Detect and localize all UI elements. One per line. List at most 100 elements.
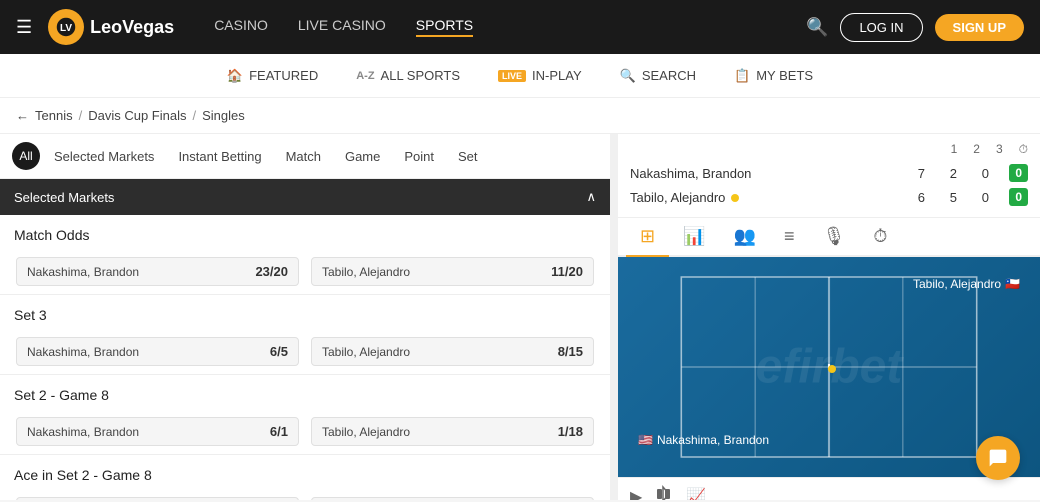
breadcrumb-back[interactable]: ← (16, 108, 29, 123)
p2-set2: 5 (945, 190, 961, 205)
ace-row: Yes 3/5 No Evens (0, 489, 610, 500)
my-bets-label: MY BETS (756, 68, 813, 83)
nav-casino[interactable]: CASINO (214, 17, 268, 37)
search-nav[interactable]: 🔍 SEARCH (616, 68, 700, 84)
tab-selected-markets[interactable]: Selected Markets (44, 145, 164, 168)
tab-match[interactable]: Match (276, 145, 331, 168)
live-badge: LIVE (498, 70, 526, 82)
tab-game[interactable]: Game (335, 145, 390, 168)
match-odds-away-name: Tabilo, Alejandro (322, 265, 410, 279)
tab-set[interactable]: Set (448, 145, 488, 168)
match-odds-home-val: 23/20 (255, 264, 288, 279)
set3-row: Nakashima, Brandon 6/5 Tabilo, Alejandro… (0, 329, 610, 374)
my-bets-nav[interactable]: 📋 MY BETS (730, 68, 817, 84)
replay-icon (654, 484, 674, 500)
player1-score-row: Nakashima, Brandon 7 2 0 0 (630, 161, 1028, 185)
set3-away[interactable]: Tabilo, Alejandro 8/15 (311, 337, 594, 366)
match-odds-home[interactable]: Nakashima, Brandon 23/20 (16, 257, 299, 286)
p1-set1: 7 (913, 166, 929, 181)
ace-no[interactable]: No Evens (311, 497, 594, 500)
player-bottom-flag: 🇺🇸 (638, 433, 653, 447)
logo: LV LeoVegas (48, 9, 174, 45)
set2game8-home[interactable]: Nakashima, Brandon 6/1 (16, 417, 299, 446)
svg-text:LV: LV (60, 23, 72, 34)
market-ace-set2-game8: Ace in Set 2 - Game 8 Yes 3/5 No Evens (0, 455, 610, 500)
set2game8-away[interactable]: Tabilo, Alejandro 1/18 (311, 417, 594, 446)
viz-tab-people[interactable]: 👥 (720, 218, 770, 257)
featured-nav[interactable]: 🏠 FEATURED (223, 68, 322, 84)
player1-scores: 7 2 0 0 (913, 164, 1028, 182)
sub-nav: 🏠 FEATURED A-Z ALL SPORTS LIVE IN-PLAY 🔍… (0, 54, 1040, 98)
viz-tab-grid[interactable]: ⊞ (626, 218, 669, 257)
tab-point[interactable]: Point (394, 145, 444, 168)
collapse-icon[interactable]: ∧ (586, 189, 596, 205)
viz-tab-table[interactable]: ≡ (770, 218, 809, 257)
leovegas-logo-svg: LV (55, 16, 77, 38)
in-play-nav[interactable]: LIVE IN-PLAY (494, 68, 586, 83)
left-panel: All Selected Markets Instant Betting Mat… (0, 134, 610, 500)
login-button[interactable]: LOG IN (840, 13, 922, 42)
market-set3: Set 3 Nakashima, Brandon 6/5 Tabilo, Ale… (0, 295, 610, 375)
search-label: SEARCH (642, 68, 696, 83)
player-bottom-name: Nakashima, Brandon (657, 433, 769, 447)
nav-sports[interactable]: SPORTS (416, 17, 473, 37)
breadcrumb: ← Tennis / Davis Cup Finals / Singles (0, 98, 1040, 134)
play-button[interactable]: ▶ (630, 487, 642, 501)
court-container: efirbet Tabilo, Alejandro 🇨🇱 🇺🇸 Nakashim… (618, 257, 1040, 477)
stats-button[interactable]: 📈 (686, 487, 706, 501)
breadcrumb-tournament[interactable]: Davis Cup Finals (88, 108, 186, 123)
set3-away-val: 8/15 (558, 344, 583, 359)
player-top-name: Tabilo, Alejandro (913, 277, 1001, 291)
top-header: ☰ LV LeoVegas CASINO LIVE CASINO SPORTS … (0, 0, 1040, 54)
serve-dot (731, 194, 739, 202)
logo-text: LeoVegas (90, 17, 174, 38)
hamburger-icon[interactable]: ☰ (16, 17, 32, 38)
player-top-label: Tabilo, Alejandro 🇨🇱 (913, 277, 1020, 291)
ace-yes[interactable]: Yes 3/5 (16, 497, 299, 500)
selected-markets-title: Selected Markets (14, 190, 114, 205)
logo-icon: LV (48, 9, 84, 45)
timer-icon: ⏱ (1019, 142, 1028, 157)
set2game8-away-val: 1/18 (558, 424, 583, 439)
scoreboard: 1 2 3 ⏱ Nakashima, Brandon 7 2 0 0 Tabil… (618, 134, 1040, 218)
viz-tab-clock[interactable]: ⏱ (859, 218, 901, 257)
nav-links: CASINO LIVE CASINO SPORTS (214, 17, 806, 37)
viz-tab-bar[interactable]: 📊 (669, 218, 719, 257)
set2game8-home-val: 6/1 (270, 424, 288, 439)
in-play-label: IN-PLAY (532, 68, 582, 83)
all-sports-label: ALL SPORTS (381, 68, 460, 83)
signup-button[interactable]: SIGN UP (935, 14, 1024, 41)
set3-home[interactable]: Nakashima, Brandon 6/5 (16, 337, 299, 366)
search-icon[interactable]: 🔍 (806, 17, 828, 38)
set3-home-val: 6/5 (270, 344, 288, 359)
set2game8-away-name: Tabilo, Alejandro (322, 425, 410, 439)
tab-instant-betting[interactable]: Instant Betting (168, 145, 271, 168)
set2-label: 2 (973, 142, 980, 157)
all-sports-nav[interactable]: A-Z ALL SPORTS (352, 68, 464, 83)
p1-current: 0 (1009, 164, 1028, 182)
breadcrumb-sep2: / (192, 108, 196, 123)
home-icon: 🏠 (227, 68, 243, 84)
chat-bubble[interactable] (976, 436, 1020, 480)
match-odds-away[interactable]: Tabilo, Alejandro 11/20 (311, 257, 594, 286)
player2-name: Tabilo, Alejandro (630, 190, 913, 205)
p1-set2: 2 (945, 166, 961, 181)
set3-label: 3 (996, 142, 1003, 157)
market-ace-title: Ace in Set 2 - Game 8 (0, 455, 610, 489)
p2-set1: 6 (913, 190, 929, 205)
tab-all[interactable]: All (12, 142, 40, 170)
my-bets-icon: 📋 (734, 68, 750, 84)
set3-home-name: Nakashima, Brandon (27, 345, 139, 359)
viz-tabs: ⊞ 📊 👥 ≡ 🎙 ⏱ (618, 218, 1040, 257)
market-match-odds: Match Odds Nakashima, Brandon 23/20 Tabi… (0, 215, 610, 295)
nav-live-casino[interactable]: LIVE CASINO (298, 17, 386, 37)
az-icon: A-Z (356, 70, 374, 82)
featured-label: FEATURED (249, 68, 318, 83)
market-set2-game8-title: Set 2 - Game 8 (0, 375, 610, 409)
replay-button[interactable] (654, 484, 674, 500)
player1-name: Nakashima, Brandon (630, 166, 913, 181)
player2-score-row: Tabilo, Alejandro 6 5 0 0 (630, 185, 1028, 209)
viz-tab-mic[interactable]: 🎙 (808, 218, 859, 257)
breadcrumb-tennis[interactable]: Tennis (35, 108, 73, 123)
match-odds-row: Nakashima, Brandon 23/20 Tabilo, Alejand… (0, 249, 610, 294)
